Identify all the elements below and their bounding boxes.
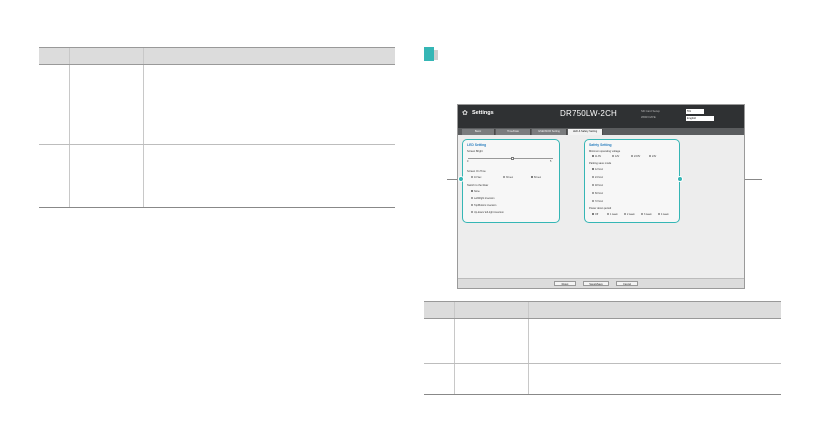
power-label: Power down period (589, 207, 612, 210)
parking-label: Parking save mode (589, 162, 612, 165)
right-table-row (424, 319, 781, 364)
tab-led-safety[interactable]: LED & Safety Setting (568, 129, 603, 135)
callout-marker-led (458, 176, 464, 182)
right-table-row (424, 364, 781, 395)
option-label: 11.8V (595, 155, 602, 158)
option-sd-card[interactable]: SD Card Setup (641, 109, 660, 113)
cancel-button[interactable]: Cancel (616, 281, 638, 286)
led-setting-panel: LED Setting Screen Bright 0 5 Screen On … (462, 139, 560, 223)
title-bar: ✿ Settings DR750LW-2CH SD Card Setup WDR… (458, 105, 744, 128)
left-table (39, 47, 395, 208)
save-button[interactable]: Save&Save (583, 281, 609, 286)
reset-button[interactable]: Reset (554, 281, 576, 286)
option-label: Up-down/ left-right inversion (474, 211, 504, 214)
select-percent[interactable]: 5% (686, 109, 704, 114)
window-title: Settings (472, 110, 494, 116)
option-label: 1 week (610, 213, 618, 216)
option-label: Top/Bottom inversion (474, 204, 497, 207)
model-name: DR750LW-2CH (560, 109, 618, 118)
option-label: 2 week (627, 213, 635, 216)
voltage-label: Minimum operating voltage (589, 150, 621, 153)
switch-label: Switch to the Rear (467, 184, 489, 187)
tab-basic[interactable]: Basic (462, 129, 495, 135)
safety-panel-title: Safety Setting (589, 143, 612, 147)
right-table (424, 301, 781, 395)
brightness-slider-thumb[interactable] (511, 156, 514, 160)
option-label: 3 week (644, 213, 652, 216)
option-label: 24V (652, 155, 657, 158)
section-marker-shadow (434, 50, 438, 60)
tab-time-date[interactable]: Time/Date (496, 129, 531, 135)
screen-on-time-label: Screen On Time (467, 170, 486, 173)
tab-bar: Basic Time/Date GSENSOR Setting LED & Sa… (458, 128, 744, 135)
slider-max: 5 (550, 160, 552, 163)
slider-min: 0 (467, 160, 469, 163)
option-label: 24 hour (595, 176, 604, 179)
option-label: Left/Right inversion (474, 197, 495, 200)
settings-screenshot: ✿ Settings DR750LW-2CH SD Card Setup WDR… (457, 104, 745, 289)
option-label: 10 Sec (474, 176, 482, 179)
gear-icon: ✿ (462, 110, 468, 117)
right-table-header (424, 301, 781, 319)
option-label: 12V (615, 155, 620, 158)
option-label: 60 sec (534, 176, 542, 179)
brightness-label: Screen Bright (467, 150, 483, 153)
option-label: Off (595, 213, 599, 216)
option-label: 48 hour (595, 184, 604, 187)
option-label: 60 hour (595, 192, 604, 195)
section-marker (424, 47, 434, 61)
option-label: None (474, 190, 480, 193)
left-table-row (39, 65, 395, 145)
option-label: 72 hour (595, 200, 604, 203)
option-wdr[interactable]: WDR DATE (641, 115, 656, 119)
left-table-header (39, 47, 395, 65)
callout-marker-safety (677, 176, 683, 182)
left-table-row (39, 145, 395, 208)
button-bar: Reset Save&Save Cancel (458, 278, 744, 288)
select-language[interactable]: English (686, 116, 714, 121)
option-label: 12 hour (595, 168, 604, 171)
option-label: 23.8V (634, 155, 641, 158)
led-panel-title: LED Setting (467, 143, 487, 147)
safety-setting-panel: Safety Setting Minimum operating voltage… (584, 139, 680, 223)
option-label: 30 sec (506, 176, 514, 179)
tab-gsensor[interactable]: GSENSOR Setting (532, 129, 567, 135)
option-label: 4 week (661, 213, 669, 216)
